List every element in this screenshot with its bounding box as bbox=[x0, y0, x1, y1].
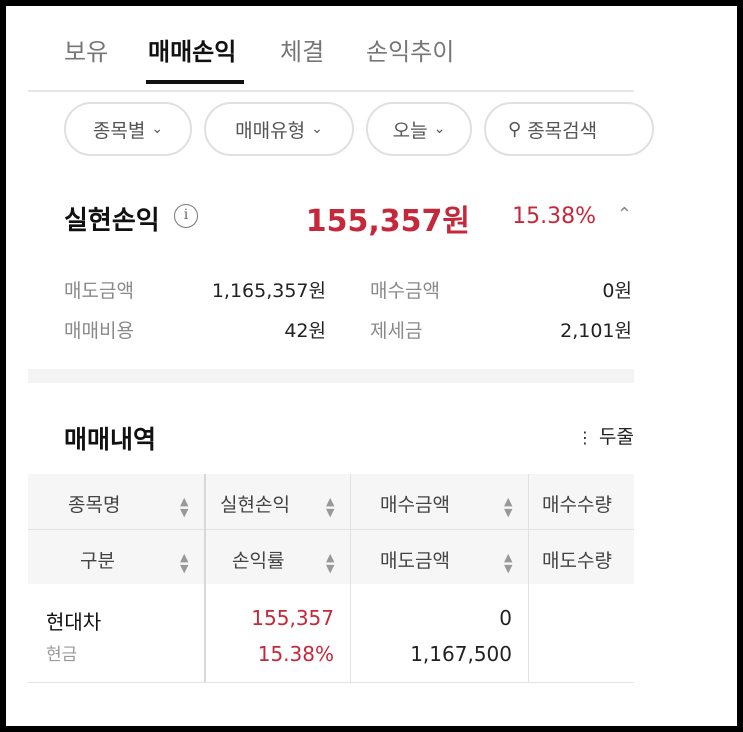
vertical-dots-icon: ⋮ bbox=[576, 428, 593, 447]
row-sell-amount: 1,167,500 bbox=[410, 642, 512, 666]
sell-amount-label: 매도금액 bbox=[64, 280, 134, 302]
sort-icon[interactable]: ▲ ▼ bbox=[504, 552, 512, 574]
tab-bar: 보유 매매손익 체결 손익추이 bbox=[28, 6, 634, 92]
collapse-caret-icon[interactable]: ⌃ bbox=[617, 204, 632, 225]
tab-trade-pnl[interactable]: 매매손익 bbox=[148, 32, 236, 67]
tab-executions[interactable]: 체결 bbox=[280, 32, 324, 67]
buy-amount-value: 0원 bbox=[602, 280, 632, 302]
tax-label: 제세금 bbox=[370, 320, 423, 342]
header-pnl-rate[interactable]: 손익률 bbox=[232, 546, 284, 573]
app-frame: 보유 매매손익 체결 손익추이 종목별 ⌄ 매매유형 ⌄ 오늘 ⌄ ⚲ 종목검색… bbox=[6, 6, 737, 726]
header-type[interactable]: 구분 bbox=[80, 546, 115, 573]
chevron-down-icon: ⌄ bbox=[151, 121, 164, 137]
sell-amount-value: 1,165,357원 bbox=[211, 280, 326, 302]
chevron-down-icon: ⌄ bbox=[433, 121, 446, 137]
tax-value: 2,101원 bbox=[560, 320, 632, 342]
header-buy-amount[interactable]: 매수금액 bbox=[380, 490, 450, 517]
row-pnl-rate: 15.38% bbox=[257, 642, 334, 666]
buy-amount-label: 매수금액 bbox=[370, 280, 440, 302]
header-sell-qty[interactable]: 매도수량 bbox=[542, 546, 612, 573]
filter-trade-type-label: 매매유형 bbox=[235, 119, 306, 142]
row-realized-pnl: 155,357 bbox=[251, 606, 334, 630]
section-divider bbox=[28, 369, 634, 383]
fee-label: 매매비용 bbox=[64, 320, 134, 342]
column-divider bbox=[204, 474, 206, 682]
filter-by-stock[interactable]: 종목별 ⌄ bbox=[64, 102, 192, 156]
column-divider bbox=[528, 474, 529, 682]
filter-trade-type[interactable]: 매매유형 ⌄ bbox=[204, 102, 354, 156]
sort-icon[interactable]: ▲ ▼ bbox=[504, 496, 512, 518]
realized-pnl-amount: 155,357원 bbox=[305, 204, 470, 239]
two-line-toggle-label: 두줄 bbox=[599, 426, 634, 448]
row-trade-type: 현금 bbox=[46, 645, 78, 665]
stock-search-button[interactable]: ⚲ 종목검색 bbox=[484, 102, 654, 156]
fee-value: 42원 bbox=[284, 320, 326, 342]
chevron-down-icon: ⌄ bbox=[311, 121, 323, 137]
row-buy-amount: 0 bbox=[499, 606, 512, 630]
header-stock-name[interactable]: 종목명 bbox=[68, 490, 120, 517]
header-buy-qty[interactable]: 매수수량 bbox=[542, 490, 612, 517]
tab-holdings[interactable]: 보유 bbox=[64, 32, 108, 67]
filter-period-label: 오늘 bbox=[392, 119, 428, 142]
sort-icon[interactable]: ▲ ▼ bbox=[180, 552, 188, 574]
stock-search-label: 종목검색 bbox=[527, 119, 598, 142]
sort-icon[interactable]: ▲ ▼ bbox=[180, 496, 188, 518]
trade-pnl-screen: 보유 매매손익 체결 손익추이 종목별 ⌄ 매매유형 ⌄ 오늘 ⌄ ⚲ 종목검색… bbox=[28, 6, 654, 726]
two-line-toggle[interactable]: ⋮ 두줄 bbox=[577, 422, 634, 449]
sort-icon[interactable]: ▲ ▼ bbox=[326, 552, 334, 574]
filter-by-stock-label: 종목별 bbox=[92, 119, 146, 142]
tab-pnl-trend[interactable]: 손익추이 bbox=[366, 32, 454, 67]
sort-icon[interactable]: ▲ ▼ bbox=[326, 496, 334, 518]
filter-period[interactable]: 오늘 ⌄ bbox=[366, 102, 472, 156]
column-divider bbox=[350, 474, 351, 682]
info-icon[interactable]: i bbox=[174, 204, 198, 228]
header-divider bbox=[28, 529, 634, 530]
row-divider bbox=[28, 682, 634, 683]
header-sell-amount[interactable]: 매도금액 bbox=[380, 546, 450, 573]
trade-history-title: 매매내역 bbox=[64, 425, 157, 454]
header-realized-pnl[interactable]: 실현손익 bbox=[220, 490, 290, 517]
search-icon: ⚲ bbox=[508, 118, 522, 140]
row-stock-name[interactable]: 현대차 bbox=[46, 606, 101, 635]
realized-pnl-title: 실현손익 bbox=[64, 206, 160, 236]
realized-pnl-rate: 15.38% bbox=[512, 204, 596, 229]
active-tab-indicator bbox=[146, 80, 244, 84]
